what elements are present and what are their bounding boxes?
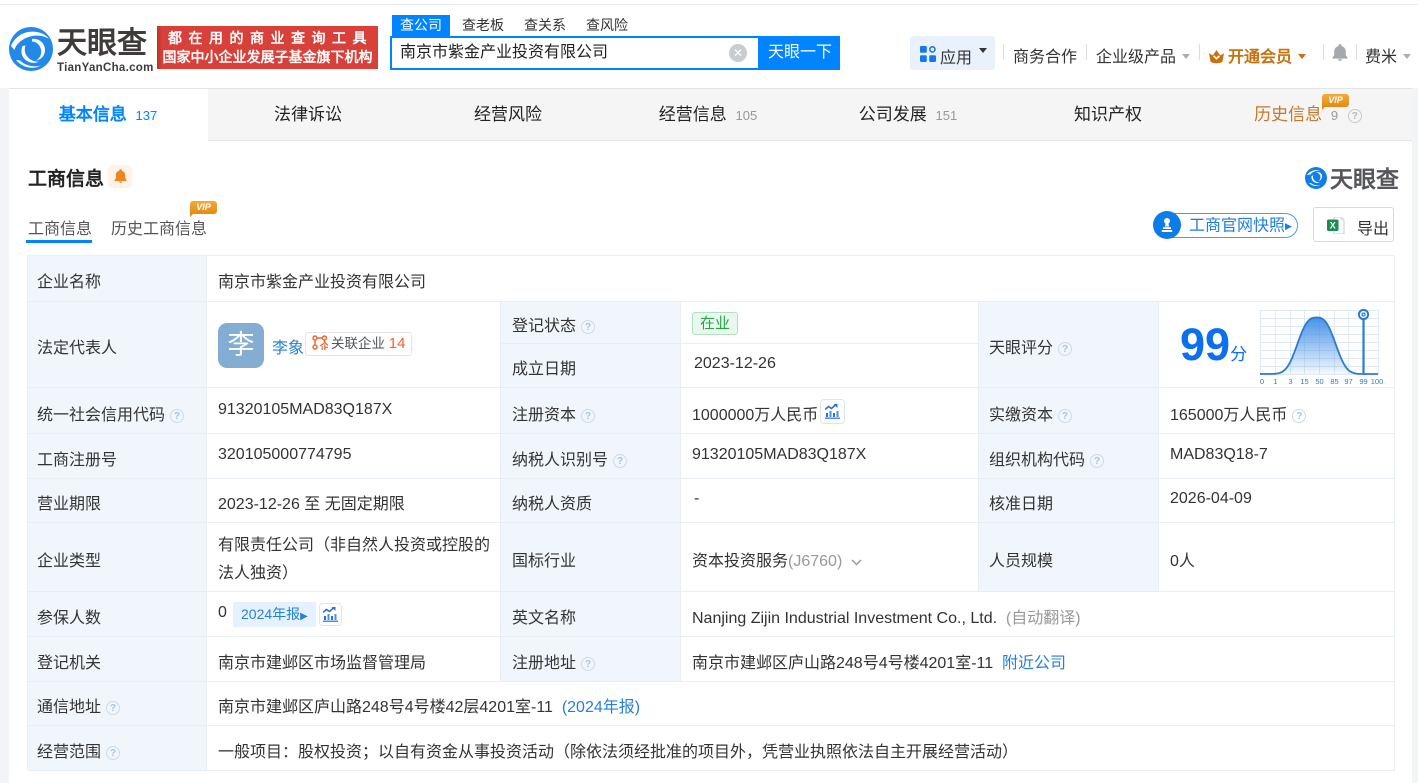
svg-text:企: 企: [319, 341, 328, 351]
svg-text:97: 97: [1344, 377, 1352, 386]
svg-text:3: 3: [1288, 377, 1292, 386]
svg-text:85: 85: [1330, 377, 1338, 386]
svg-text:50: 50: [1315, 377, 1323, 386]
svg-text:99: 99: [1359, 377, 1367, 386]
svg-text:100: 100: [1371, 377, 1384, 386]
svg-text:天眼查: 天眼查: [1330, 166, 1399, 190]
svg-text:15: 15: [1300, 377, 1308, 386]
svg-text:0: 0: [1260, 377, 1264, 386]
svg-text:1: 1: [1273, 377, 1277, 386]
svg-text:X: X: [1330, 221, 1336, 231]
